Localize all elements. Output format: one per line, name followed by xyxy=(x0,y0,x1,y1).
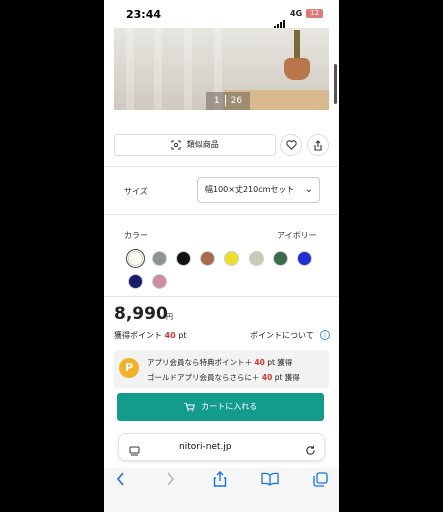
phone-screen: 23:44 4G 12 1 26 類似商品 サイズ 幅100×丈210cmセット … xyxy=(104,0,339,512)
address-bar[interactable]: nitori-net.jp xyxy=(118,433,325,461)
earned-points: 獲得ポイント 40 pt xyxy=(114,330,186,341)
promo-line-2: ゴールドアプリ会員ならさらに＋ 40 pt 獲得 xyxy=(147,372,300,383)
share-sheet-icon[interactable] xyxy=(210,469,230,489)
share-icon xyxy=(314,139,322,151)
points-label: 獲得ポイント xyxy=(114,331,162,340)
chevron-down-icon: ⌄ xyxy=(304,184,313,195)
pager-total: 26 xyxy=(230,96,243,106)
swatch-gray[interactable] xyxy=(152,251,167,266)
similar-items-button[interactable]: 類似商品 xyxy=(114,134,276,156)
size-label: サイズ xyxy=(124,187,148,196)
size-select[interactable]: 幅100×丈210cmセット ⌄ xyxy=(197,177,320,203)
cart-icon xyxy=(184,402,195,411)
reload-icon[interactable] xyxy=(305,441,316,460)
forward-icon[interactable] xyxy=(160,469,180,489)
promo-line-1-text: アプリ会員なら特典ポイント＋ xyxy=(147,358,252,367)
similar-items-label: 類似商品 xyxy=(186,140,219,149)
network-type: 4G xyxy=(290,9,303,18)
price-currency: 円 xyxy=(166,313,173,321)
swatch-green[interactable] xyxy=(273,251,288,266)
promo-line-1-value: 40 xyxy=(254,358,265,367)
price: 8,990 xyxy=(114,304,168,324)
share-button[interactable] xyxy=(307,134,329,156)
status-bar: 23:44 4G 12 xyxy=(104,0,339,29)
swatch-pink[interactable] xyxy=(152,274,167,289)
points-value: 40 xyxy=(164,331,176,340)
promo-line-2-value: 40 xyxy=(261,373,273,382)
color-label: カラー xyxy=(124,231,148,240)
favorite-button[interactable] xyxy=(280,134,302,156)
image-pager: 1 26 xyxy=(206,92,250,110)
promo-line-2-text: ゴールドアプリ会員ならさらに＋ xyxy=(147,373,260,382)
battery-icon: 12 xyxy=(306,9,323,18)
status-time: 23:44 xyxy=(126,8,162,21)
swatch-sage[interactable] xyxy=(249,251,264,266)
bookmarks-icon[interactable] xyxy=(260,469,280,489)
swatch-navy[interactable] xyxy=(128,274,143,289)
point-coin-icon: P xyxy=(119,358,139,378)
browser-toolbar xyxy=(104,468,339,512)
signal-icon xyxy=(274,10,286,29)
scrollbar[interactable] xyxy=(334,64,337,104)
points-unit: pt xyxy=(178,331,187,340)
page-menu-icon[interactable] xyxy=(129,442,140,461)
swatch-ivory[interactable] xyxy=(128,251,143,266)
swatch-black[interactable] xyxy=(176,251,191,266)
tabs-icon[interactable] xyxy=(310,469,330,489)
swatch-brown[interactable] xyxy=(200,251,215,266)
app-member-promo: P アプリ会員なら特典ポイント＋ 40 pt 獲得 ゴールドアプリ会員ならさらに… xyxy=(114,350,329,388)
add-to-cart-label: カートに入れる xyxy=(201,402,258,411)
add-to-cart-button[interactable]: カートに入れる xyxy=(117,393,324,421)
promo-line-2-suffix: pt 獲得 xyxy=(274,373,300,382)
product-image[interactable]: 1 26 xyxy=(114,28,329,110)
swatch-yellow[interactable] xyxy=(224,251,239,266)
heart-icon xyxy=(285,140,297,150)
scan-icon xyxy=(171,140,181,149)
about-points-link[interactable]: ポイントについて xyxy=(250,330,314,341)
promo-line-1-suffix: pt 獲得 xyxy=(267,358,293,367)
info-icon[interactable]: i xyxy=(320,330,330,340)
url-text: nitori-net.jp xyxy=(179,442,232,452)
size-value: 幅100×丈210cmセット xyxy=(205,185,295,194)
back-icon[interactable] xyxy=(111,469,131,489)
pager-current: 1 xyxy=(213,96,220,106)
promo-line-1: アプリ会員なら特典ポイント＋ 40 pt 獲得 xyxy=(147,357,292,368)
swatch-blue[interactable] xyxy=(297,251,312,266)
selected-color-name: アイボリー xyxy=(277,231,317,240)
